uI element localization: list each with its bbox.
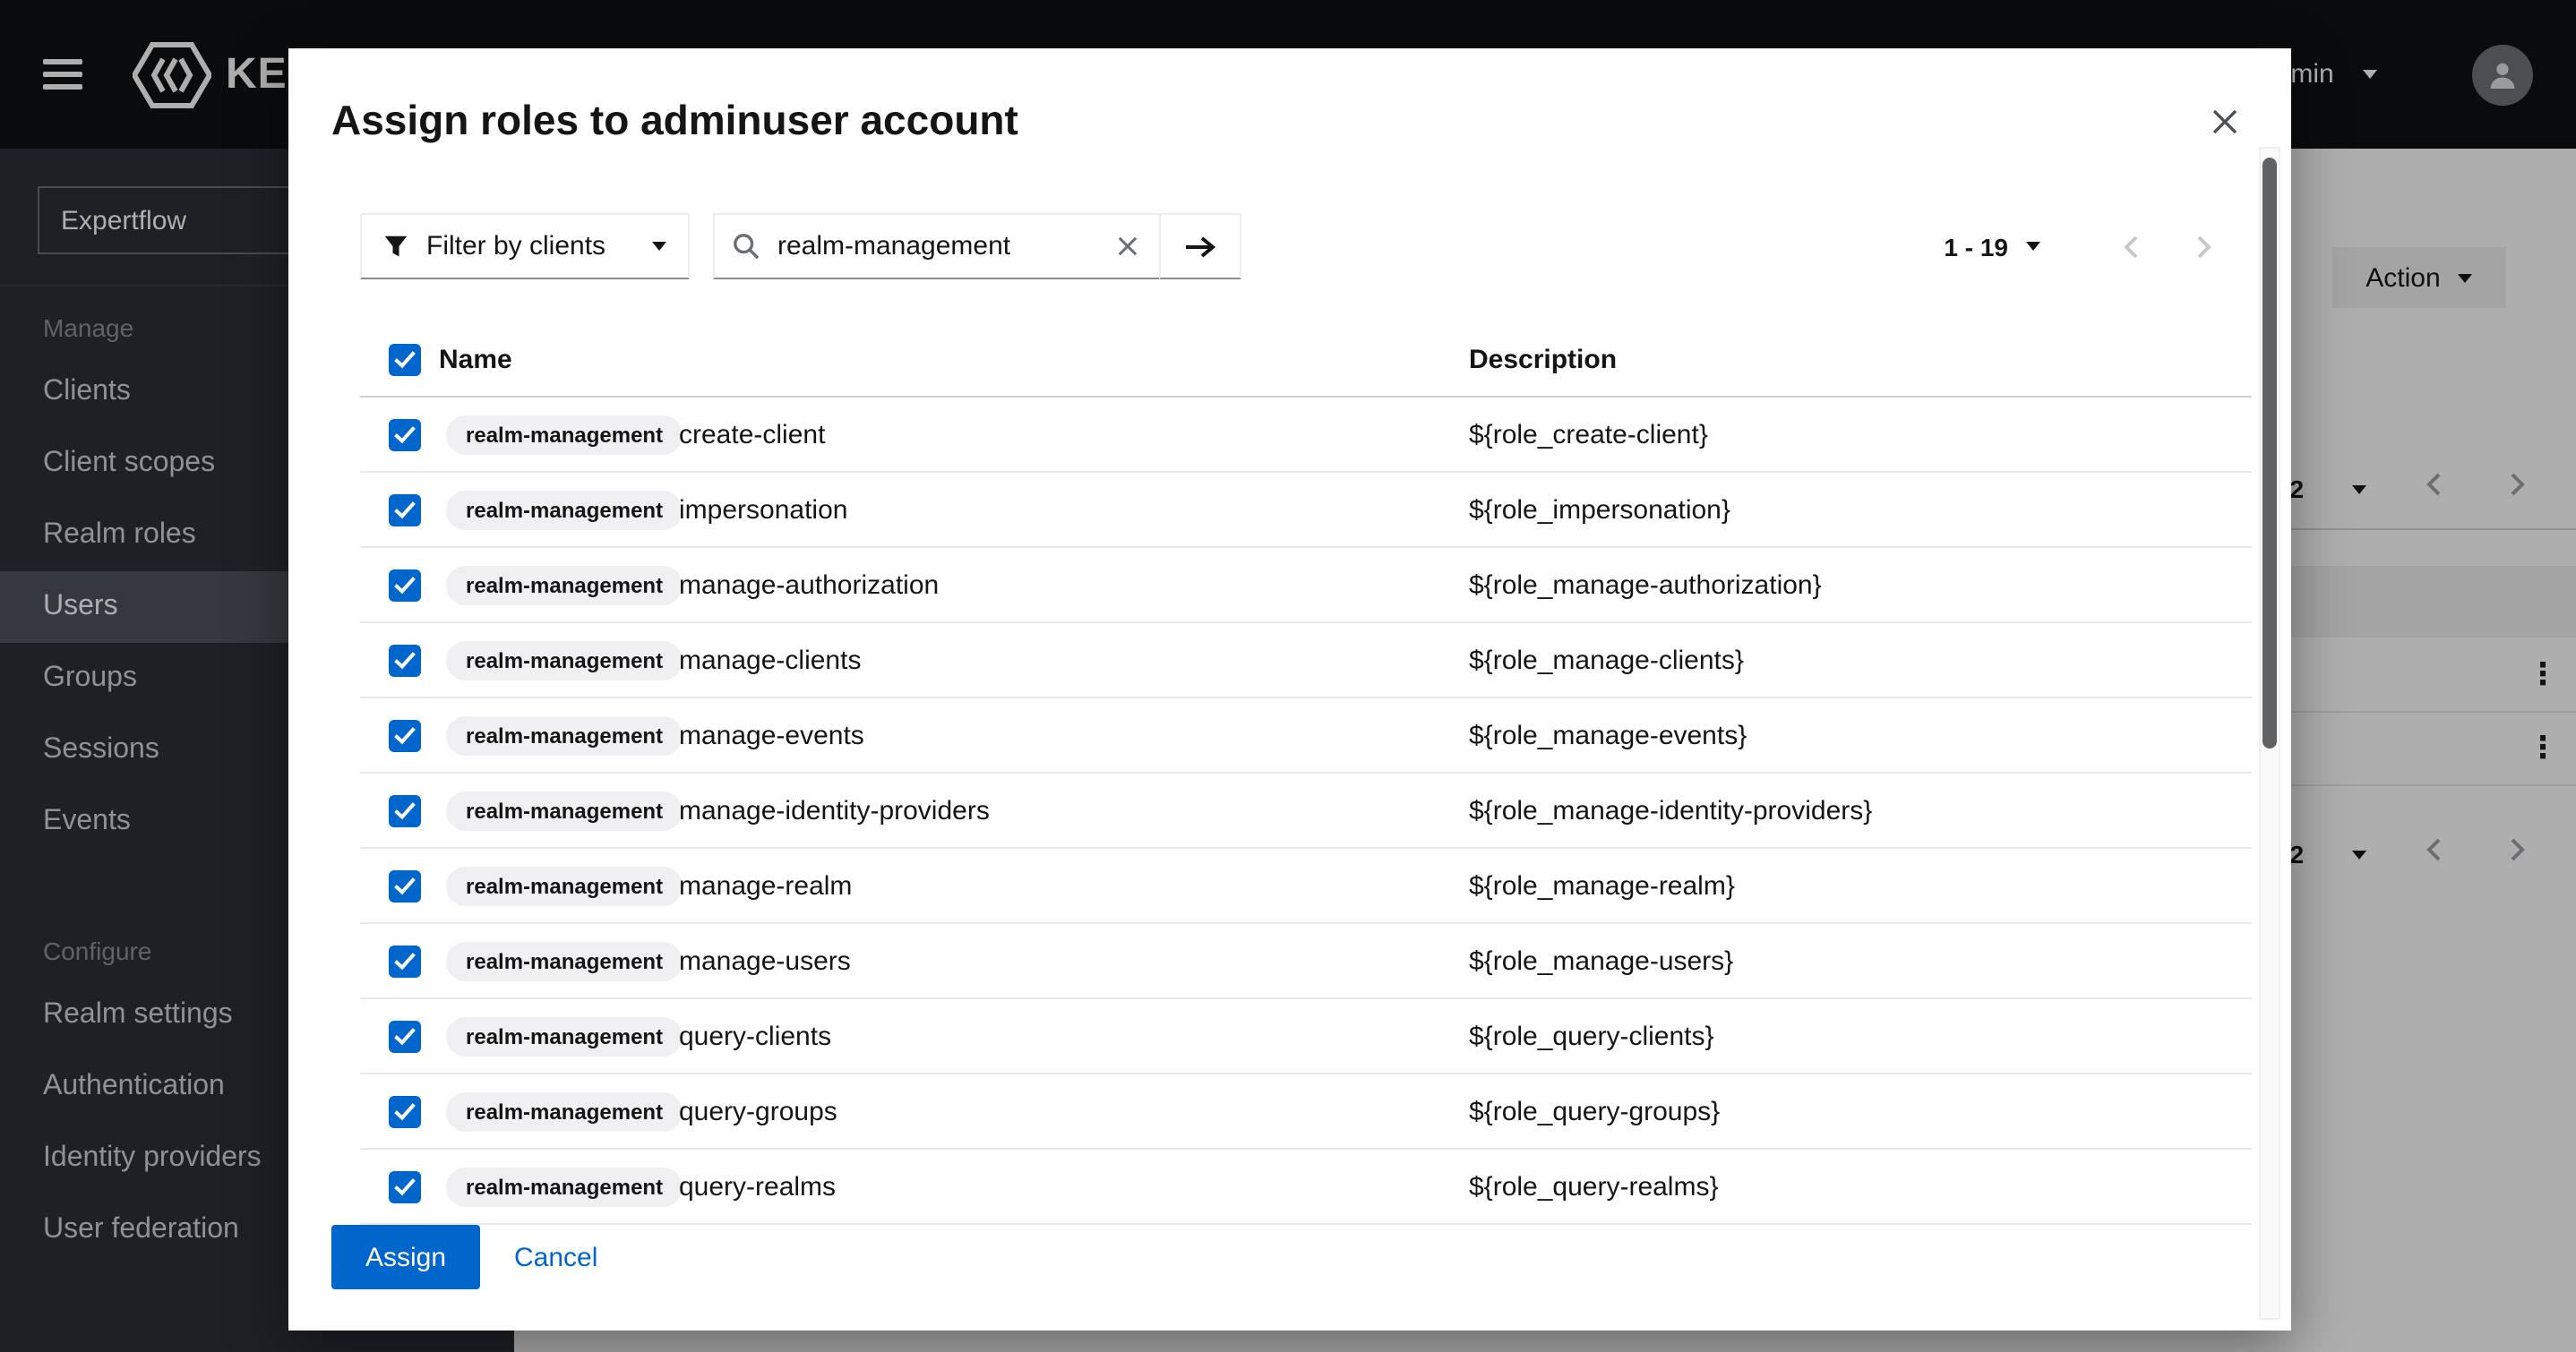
search-input[interactable] <box>774 229 1100 263</box>
table-row: realm-management create-client ${role_cr… <box>360 398 2252 473</box>
filter-dropdown-label: Filter by clients <box>426 231 605 261</box>
role-name: query-realms <box>679 1171 836 1202</box>
table-row: realm-management manage-clients ${role_m… <box>360 623 2252 698</box>
modal-toolbar: Filter by clients 1 <box>360 213 2220 279</box>
row-checkbox[interactable] <box>389 569 421 601</box>
pagination: 1 - 19 <box>1933 213 2220 279</box>
role-description: ${role_query-groups} <box>1469 1096 1720 1126</box>
client-badge: realm-management <box>446 941 683 980</box>
description-column-header: Description <box>1469 344 1617 374</box>
client-badge: realm-management <box>446 791 683 830</box>
client-badge: realm-management <box>446 415 683 454</box>
clear-search-icon[interactable] <box>1114 233 1141 260</box>
role-name: manage-realm <box>679 870 852 901</box>
table-row: realm-management query-clients ${role_qu… <box>360 999 2252 1074</box>
row-checkbox[interactable] <box>389 493 421 526</box>
screen: KEYCLOAK admin Expertflow Manage <box>0 0 2576 1352</box>
search-icon <box>733 233 760 260</box>
table-row: realm-management impersonation ${role_im… <box>360 473 2252 548</box>
role-description: ${role_manage-events} <box>1469 720 1747 750</box>
chevron-down-icon <box>652 242 666 251</box>
client-badge: realm-management <box>446 715 683 755</box>
close-icon[interactable] <box>2205 102 2245 141</box>
row-checkbox[interactable] <box>389 869 421 902</box>
chevron-down-icon <box>2026 242 2040 251</box>
client-badge: realm-management <box>446 565 683 604</box>
prev-page-button[interactable] <box>2116 227 2146 266</box>
table-row: realm-management query-groups ${role_que… <box>360 1074 2252 1150</box>
modal-scrollbar[interactable] <box>2259 147 2280 1320</box>
row-checkbox[interactable] <box>389 644 421 676</box>
row-checkbox[interactable] <box>389 1170 421 1202</box>
client-badge: realm-management <box>446 1091 683 1131</box>
scrollbar-thumb[interactable] <box>2263 158 2277 749</box>
role-name: manage-identity-providers <box>679 795 990 826</box>
roles-table: Name Description realm-management create… <box>360 322 2252 1225</box>
table-row: realm-management manage-identity-provide… <box>360 774 2252 849</box>
filter-dropdown[interactable]: Filter by clients <box>360 213 690 279</box>
client-badge: realm-management <box>446 490 683 529</box>
role-description: ${role_impersonation} <box>1469 494 1730 525</box>
row-checkbox[interactable] <box>389 794 421 826</box>
search-submit-button[interactable] <box>1159 213 1241 279</box>
keycloak-admin-console: KEYCLOAK admin Expertflow Manage <box>0 0 2576 1352</box>
role-description: ${role_create-client} <box>1469 419 1708 449</box>
cancel-button[interactable]: Cancel <box>514 1225 597 1289</box>
select-all-checkbox[interactable] <box>389 343 421 375</box>
row-checkbox[interactable] <box>389 945 421 977</box>
assign-roles-modal: Assign roles to adminuser account Filter… <box>288 48 2291 1331</box>
client-badge: realm-management <box>446 1016 683 1056</box>
row-checkbox[interactable] <box>389 719 421 751</box>
role-description: ${role_query-clients} <box>1469 1021 1714 1051</box>
role-name: manage-authorization <box>679 569 939 600</box>
role-name: query-groups <box>679 1096 837 1126</box>
row-checkbox[interactable] <box>389 418 421 450</box>
row-checkbox[interactable] <box>389 1095 421 1127</box>
role-description: ${role_manage-identity-providers} <box>1469 795 1872 826</box>
table-header: Name Description <box>360 322 2252 398</box>
arrow-right-icon <box>1184 234 1216 259</box>
role-name: manage-users <box>679 946 851 976</box>
role-name: manage-events <box>679 720 864 750</box>
role-description: ${role_manage-authorization} <box>1469 569 1822 600</box>
role-name: query-clients <box>679 1021 831 1051</box>
table-row: realm-management manage-realm ${role_man… <box>360 849 2252 924</box>
role-description: ${role_query-realms} <box>1469 1171 1719 1202</box>
role-description: ${role_manage-users} <box>1469 946 1733 976</box>
filter-icon <box>383 234 408 259</box>
client-badge: realm-management <box>446 866 683 905</box>
modal-title: Assign roles to adminuser account <box>331 97 1018 145</box>
role-name: impersonation <box>679 494 847 525</box>
pagination-menu[interactable]: 1 - 19 <box>1933 230 2051 262</box>
role-description: ${role_manage-clients} <box>1469 645 1744 675</box>
next-page-button[interactable] <box>2189 227 2220 266</box>
role-description: ${role_manage-realm} <box>1469 870 1735 901</box>
role-name: manage-clients <box>679 645 861 675</box>
search-box <box>713 213 1161 279</box>
table-row: realm-management query-realms ${role_que… <box>360 1150 2252 1225</box>
table-row: realm-management manage-events ${role_ma… <box>360 698 2252 774</box>
name-column-header: Name <box>439 344 512 374</box>
table-row: realm-management manage-users ${role_man… <box>360 924 2252 999</box>
client-badge: realm-management <box>446 1167 683 1206</box>
table-row: realm-management manage-authorization ${… <box>360 548 2252 623</box>
assign-button[interactable]: Assign <box>331 1225 480 1289</box>
role-name: create-client <box>679 419 825 449</box>
client-badge: realm-management <box>446 640 683 680</box>
pagination-range: 1 - 19 <box>1944 232 2008 261</box>
row-checkbox[interactable] <box>389 1020 421 1052</box>
